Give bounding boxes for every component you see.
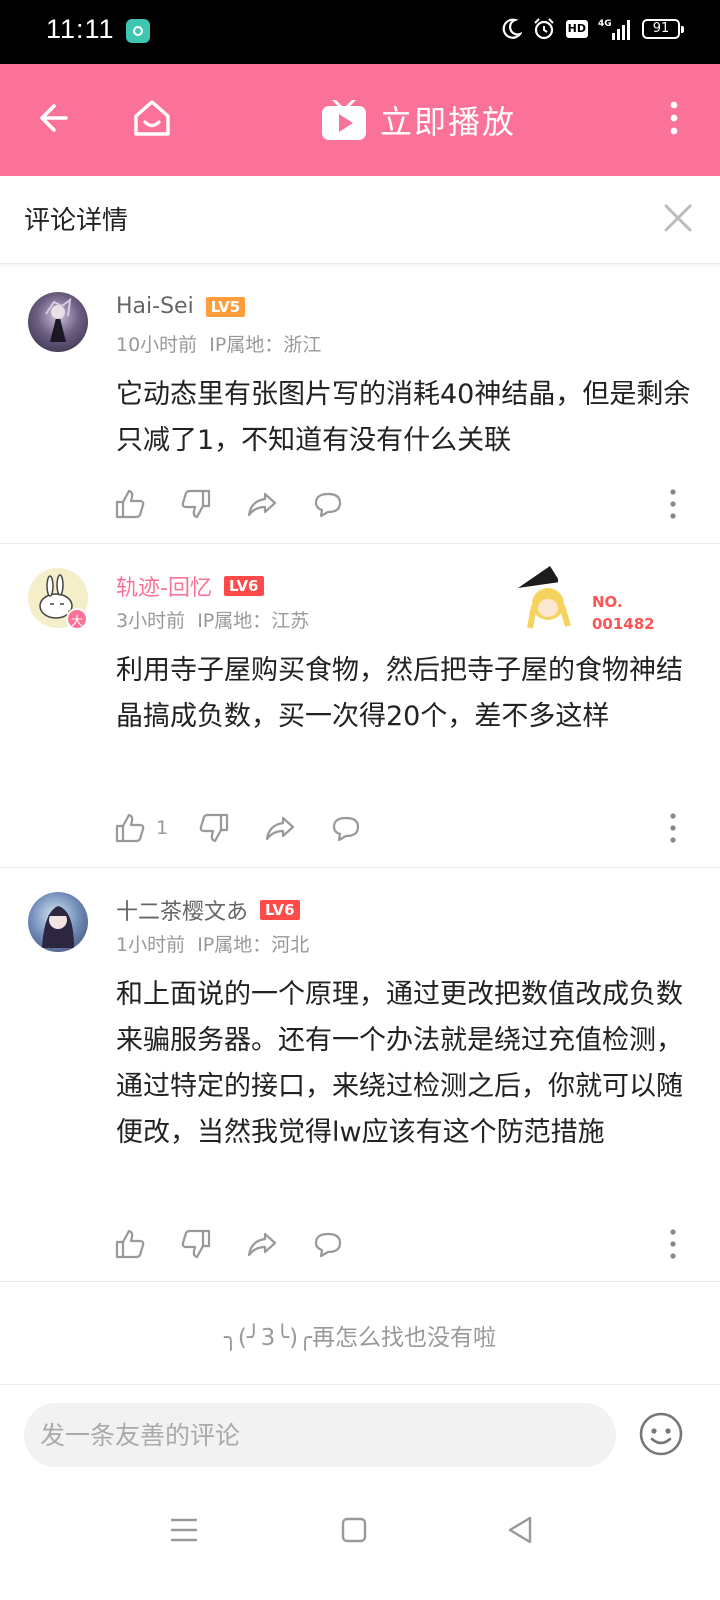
username[interactable]: 十二茶樱文あ LV6 — [116, 894, 300, 926]
avatar[interactable] — [28, 892, 88, 952]
top-nav-bar: 立即播放 — [0, 64, 720, 176]
home-icon[interactable] — [128, 94, 176, 142]
comment-text: 它动态里有张图片写的消耗40神结晶，但是剩余只减了1，不知道有没有什么关联 — [116, 379, 691, 456]
comment-ip: IP属地：江苏 — [197, 610, 310, 632]
level-badge: LV5 — [205, 296, 246, 317]
more-vertical-icon[interactable] — [650, 94, 698, 142]
end-of-list-message: ╮(╯3╰)╭再怎么找也没有啦 — [224, 1325, 496, 1351]
like-button[interactable] — [112, 810, 148, 846]
comment-item: Hai-Sei LV5 10小时前 IP属地：浙江 它动态里有张图片写的消耗40… — [0, 268, 720, 544]
reply-button[interactable] — [328, 810, 364, 846]
username-text[interactable]: Hai-Sei — [116, 294, 194, 319]
comment-item: 十二茶樱文あ LV6 1小时前 IP属地：河北 和上面说的一个原理，通过更改把数… — [0, 868, 720, 1282]
thumbs-up-icon — [115, 489, 145, 519]
comment-detail-header: 评论详情 — [0, 176, 720, 264]
page-title: 评论详情 — [24, 206, 129, 236]
comment-meta: 10小时前 IP属地：浙江 — [116, 330, 321, 357]
level-badge: LV6 — [260, 900, 300, 920]
comment-bubble-icon — [332, 816, 360, 842]
thumbs-down-icon — [181, 489, 211, 519]
comment-meta: 1小时前 IP属地：河北 — [116, 930, 309, 957]
username-text[interactable]: 轨迹-回忆 — [116, 570, 212, 602]
close-icon[interactable] — [658, 198, 698, 238]
username[interactable]: 轨迹-回忆 LV6 — [116, 570, 264, 602]
thumbs-down-icon — [181, 1229, 211, 1259]
thumbs-up-icon — [115, 813, 145, 843]
comment-text: 和上面说的一个原理，通过更改把数值改成负数来骗服务器。还有一个办法就是绕过充值检… — [116, 979, 683, 1148]
username-text[interactable]: 十二茶樱文あ — [116, 894, 248, 926]
moon-icon — [502, 18, 522, 39]
home-square-icon[interactable] — [334, 1510, 374, 1550]
fan-badge-number: 001482 — [592, 615, 655, 633]
level-badge: LV6 — [223, 576, 264, 596]
share-icon — [247, 1232, 277, 1257]
comment-time: 10小时前 — [116, 334, 198, 356]
like-button[interactable] — [112, 486, 148, 522]
comment-more-icon[interactable] — [666, 1226, 680, 1262]
dislike-button[interactable] — [178, 486, 214, 522]
thumbs-up-icon — [115, 1229, 145, 1259]
back-triangle-icon[interactable] — [500, 1510, 540, 1550]
status-time: 11:11 — [46, 14, 115, 44]
reply-button[interactable] — [310, 1226, 346, 1262]
hd-icon: HD — [565, 20, 588, 38]
comment-more-icon[interactable] — [666, 486, 680, 522]
fan-badge-image: NO. 001482 — [518, 566, 655, 633]
signal-icon: 4G — [598, 19, 630, 40]
like-count: 1 — [156, 817, 169, 839]
play-now-button[interactable]: 立即播放 — [322, 92, 516, 148]
dislike-button[interactable] — [178, 1226, 214, 1262]
share-icon — [265, 816, 295, 841]
app-notification-icon — [126, 19, 150, 43]
comment-actions: 1 — [112, 808, 394, 848]
comment-input[interactable] — [24, 1403, 616, 1467]
comment-time: 3小时前 — [116, 610, 186, 632]
tv-play-icon — [322, 100, 366, 140]
system-nav-bar — [0, 1484, 720, 1600]
menu-icon[interactable] — [164, 1510, 204, 1550]
svg-text:4G: 4G — [598, 19, 612, 29]
comment-more-icon[interactable] — [666, 810, 680, 846]
status-bar: 11:11 HD 4G 91 — [0, 0, 720, 64]
comment-actions — [112, 484, 376, 524]
like-button[interactable] — [112, 1226, 148, 1262]
comment-bubble-icon — [314, 1232, 342, 1258]
status-icons: HD 4G 91 — [502, 17, 684, 41]
share-icon — [247, 492, 277, 517]
comment-time: 1小时前 — [116, 934, 186, 956]
comment-input-bar — [0, 1384, 720, 1484]
avatar[interactable] — [28, 292, 88, 352]
comment-text: 利用寺子屋购买食物，然后把寺子屋的食物神结晶搞成负数，买一次得20个，差不多这样 — [116, 655, 683, 732]
reply-button[interactable] — [310, 486, 346, 522]
comment-ip: IP属地：浙江 — [209, 334, 322, 356]
comment-actions — [112, 1224, 376, 1264]
thumbs-down-icon — [199, 813, 229, 843]
comment-item: 大 轨迹-回忆 LV6 NO. 001482 3小时前 IP属地：江苏 利用寺子… — [0, 544, 720, 868]
avatar-badge: 大 — [66, 608, 88, 630]
emoji-icon[interactable] — [638, 1411, 684, 1457]
share-button[interactable] — [262, 810, 298, 846]
comment-ip: IP属地：河北 — [197, 934, 310, 956]
dislike-button[interactable] — [196, 810, 232, 846]
share-button[interactable] — [244, 486, 280, 522]
username[interactable]: Hai-Sei LV5 — [116, 294, 246, 319]
alarm-icon — [533, 18, 554, 40]
comment-meta: 3小时前 IP属地：江苏 — [116, 606, 309, 633]
fan-badge-no: NO. — [592, 593, 623, 611]
play-now-label: 立即播放 — [380, 103, 517, 141]
back-arrow-icon[interactable] — [34, 94, 82, 142]
battery-indicator: 91 — [642, 19, 684, 39]
comment-bubble-icon — [314, 492, 342, 518]
share-button[interactable] — [244, 1226, 280, 1262]
